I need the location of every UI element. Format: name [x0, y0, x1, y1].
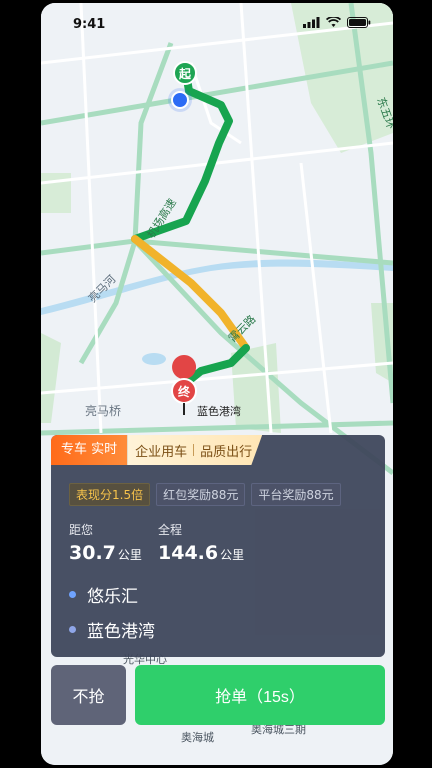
- tab-quality: 品质出行: [200, 444, 253, 460]
- status-bar: 9:41: [41, 3, 393, 43]
- total-distance-unit: 公里: [220, 548, 245, 562]
- road-label: 亮马桥: [85, 403, 121, 418]
- grab-order-button[interactable]: 抢单（15s）: [135, 665, 385, 725]
- total-distance-value: 144.6: [158, 542, 219, 564]
- end-marker-icon: [172, 355, 197, 379]
- reward-tags: 表现分1.5倍 红包奖励88元 平台奖励88元: [69, 483, 341, 506]
- destination-map-label: 蓝色港湾: [197, 404, 241, 418]
- destination-name: 蓝色港湾: [87, 622, 155, 642]
- destination-dot-icon: [69, 626, 76, 633]
- destination-row: 蓝色港湾: [69, 617, 155, 642]
- pickup-distance-label: 距您: [69, 523, 94, 537]
- start-marker-label: 起: [178, 66, 192, 81]
- status-time: 9:41: [73, 17, 106, 32]
- wifi-icon: [326, 17, 341, 27]
- order-card: 专车 实时 企业用车 品质出行 表现分1.5倍 红包奖励88元 平台奖励88元 …: [51, 435, 385, 657]
- pickup-distance-unit: 公里: [117, 548, 142, 562]
- end-marker-label: 终: [178, 384, 191, 399]
- tab-divider: [193, 444, 195, 456]
- pickup-distance-value: 30.7: [69, 542, 116, 564]
- tab-corporate: 企业用车: [135, 444, 188, 460]
- phone-screen: 机场高速 霄云路 亮马河 亮马桥 东五环 起 终 蓝色港湾 光华中心 奥海城 奥…: [41, 3, 393, 765]
- skip-order-button[interactable]: 不抢: [51, 665, 126, 725]
- platform-reward-badge: 平台奖励88元: [251, 483, 341, 506]
- pickup-distance: 距您 30.7 公里: [69, 521, 142, 564]
- origin-row: 悠乐汇: [69, 582, 138, 607]
- origin-name: 悠乐汇: [87, 587, 138, 607]
- red-packet-badge: 红包奖励88元: [156, 483, 246, 506]
- tab-premium-realtime[interactable]: 专车 实时: [51, 435, 128, 465]
- order-type-tabs: 专车 实时 企业用车 品质出行: [51, 435, 263, 465]
- map-label: 奥海城: [181, 730, 214, 744]
- status-icons: [303, 17, 371, 28]
- origin-dot-icon: [69, 591, 76, 598]
- total-distance-label: 全程: [158, 523, 183, 537]
- score-multiplier-badge: 表现分1.5倍: [69, 483, 151, 506]
- user-location-dot: [171, 91, 189, 109]
- service-tags: 企业用车 品质出行: [127, 435, 263, 465]
- total-distance: 全程 144.6 公里: [158, 521, 244, 564]
- battery-icon: [347, 17, 371, 28]
- signal-icon: [303, 17, 320, 28]
